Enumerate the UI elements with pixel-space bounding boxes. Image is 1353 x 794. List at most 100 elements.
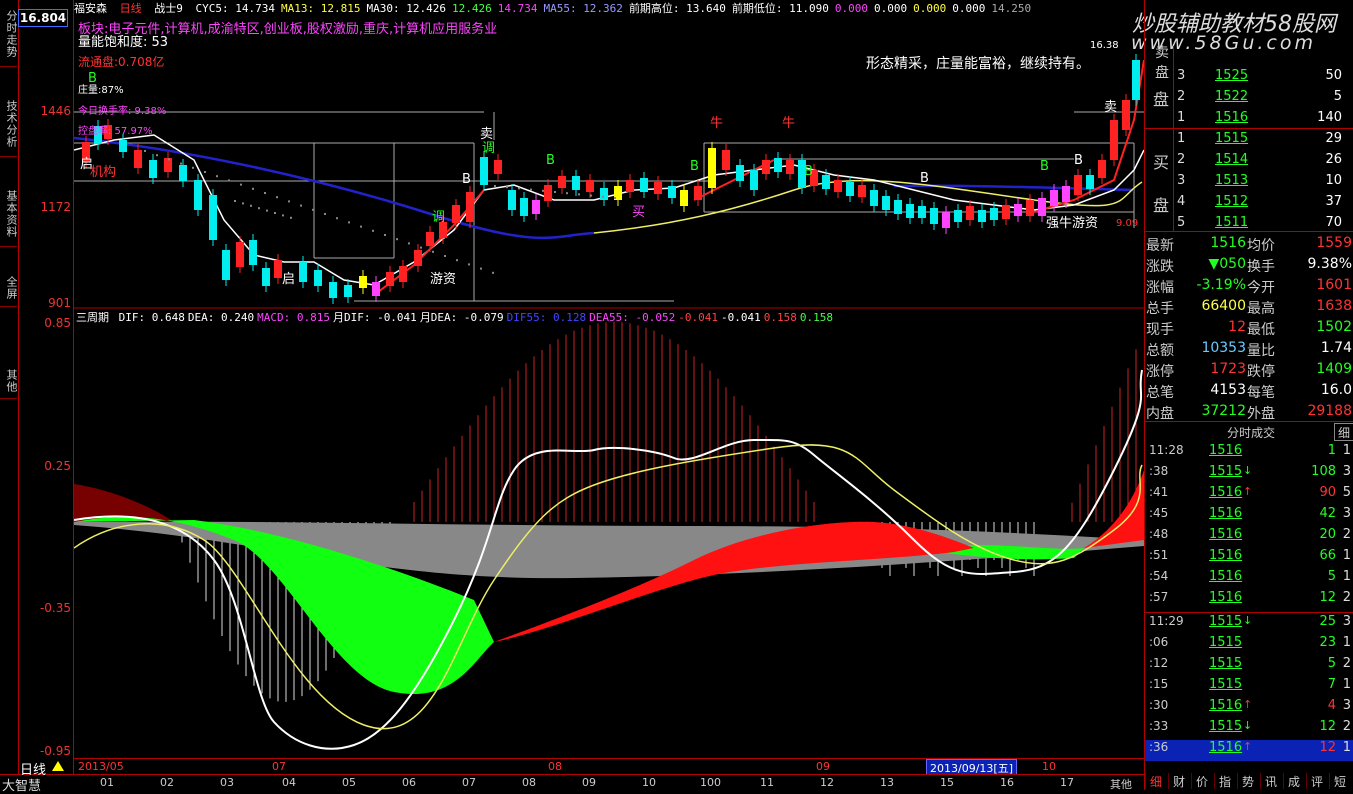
bottom-number[interactable]: 07: [462, 776, 476, 789]
tick-volume: 23: [1319, 635, 1336, 650]
ticks-detail-tab[interactable]: 细: [1334, 423, 1353, 441]
chart-canvas[interactable]: [74, 0, 1144, 758]
level-number: 3: [1177, 68, 1186, 83]
header-item: MA13: 12.815: [280, 2, 361, 15]
candle-body: [572, 176, 580, 190]
bottom-number[interactable]: 12: [820, 776, 834, 789]
candle-body: [1110, 120, 1118, 160]
candle-body: [834, 180, 842, 192]
tick-row[interactable]: :30 1516 ↑ 4 3: [1145, 698, 1353, 719]
bottom-number[interactable]: 13: [880, 776, 894, 789]
bottom-number[interactable]: 09: [582, 776, 596, 789]
trail-dot: [468, 263, 470, 266]
candle-body: [668, 186, 676, 198]
tick-count: 1: [1342, 569, 1351, 584]
bottom-number[interactable]: 06: [402, 776, 416, 789]
tick-time: :38: [1149, 464, 1169, 478]
bottom-number[interactable]: 17: [1060, 776, 1074, 789]
tab-fundamentals[interactable]: 基本资料: [0, 182, 18, 247]
tick-row[interactable]: 11:29 1515 ↓ 25 3: [1145, 614, 1353, 635]
period-triangle-icon[interactable]: [52, 761, 64, 771]
period-label: 日线: [119, 2, 142, 15]
quote-row: 最新 1516 均价 1559: [1145, 235, 1353, 256]
tick-row[interactable]: 11:28 1516 1 1: [1145, 443, 1353, 464]
tick-row[interactable]: :57 1516 12 2: [1145, 590, 1353, 611]
sell-level[interactable]: 3 1525 50: [1145, 68, 1353, 89]
candle-body: [558, 176, 566, 188]
candle-body: [1050, 190, 1058, 206]
tick-row[interactable]: :36 1516 ↑ 12 1: [1145, 740, 1353, 761]
panel-tab[interactable]: 势: [1237, 773, 1258, 789]
quote-label: 涨幅: [1146, 280, 1174, 296]
tick-row[interactable]: :48 1516 20 2: [1145, 527, 1353, 548]
bottom-number[interactable]: 11: [760, 776, 774, 789]
low-label: 9.09: [1116, 218, 1139, 229]
signal-label: 调: [432, 210, 446, 225]
bottom-number[interactable]: 02: [160, 776, 174, 789]
panel-tab[interactable]: 成: [1283, 773, 1304, 789]
bottom-number[interactable]: 16: [1000, 776, 1014, 789]
bottom-number[interactable]: 15: [940, 776, 954, 789]
trail-dot: [266, 209, 268, 212]
bottom-number[interactable]: 01: [100, 776, 114, 789]
bottom-number[interactable]: 04: [282, 776, 296, 789]
panel-tab[interactable]: 短: [1329, 773, 1350, 789]
signal-label: B: [1074, 153, 1083, 168]
buy-level[interactable]: 3 1513 10: [1145, 173, 1353, 194]
buy-level[interactable]: 5 1511 70: [1145, 215, 1353, 236]
candle-body: [882, 196, 890, 210]
panel-tab[interactable]: 细: [1145, 773, 1166, 789]
trail-dot: [282, 214, 284, 217]
tick-row[interactable]: :15 1515 7 1: [1145, 677, 1353, 698]
level-number: 5: [1177, 215, 1186, 230]
level-price: 1522: [1215, 89, 1249, 104]
candle-body: [262, 268, 270, 286]
current-price-box: 16.804: [18, 9, 68, 27]
period-button[interactable]: 日线: [20, 759, 46, 778]
saturation-text: 量能饱和度: 53: [78, 35, 169, 50]
tick-row[interactable]: :06 1515 23 1: [1145, 635, 1353, 656]
bottom-number[interactable]: 05: [342, 776, 356, 789]
dea-line: [74, 444, 1143, 730]
macd-chart: [74, 322, 1144, 750]
candle-body: [942, 212, 950, 228]
buy-level[interactable]: 1 1515 29: [1145, 131, 1353, 152]
tab-other[interactable]: 其他: [0, 364, 18, 399]
panel-tab[interactable]: 价: [1191, 773, 1212, 789]
tab-intraday[interactable]: 分时走势: [0, 2, 18, 67]
trail-dot: [542, 189, 544, 192]
bottom-number[interactable]: 08: [522, 776, 536, 789]
tick-volume: 20: [1319, 527, 1336, 542]
sell-level[interactable]: 2 1522 5: [1145, 89, 1353, 110]
trail-dot: [300, 204, 302, 207]
trail-dot: [444, 255, 446, 257]
buy-level[interactable]: 4 1512 37: [1145, 194, 1353, 215]
macd-tick: -0.35: [39, 601, 71, 615]
tab-technical[interactable]: 技术分析: [0, 92, 18, 157]
candle-body: [1038, 198, 1046, 216]
panel-tab[interactable]: 讯: [1260, 773, 1281, 789]
tick-row[interactable]: :54 1516 5 1: [1145, 569, 1353, 590]
tick-row[interactable]: :12 1515 5 2: [1145, 656, 1353, 677]
panel-tab[interactable]: 财: [1168, 773, 1189, 789]
panel-tab[interactable]: 指: [1214, 773, 1235, 789]
candle-body: [1062, 186, 1070, 202]
tick-row[interactable]: :33 1515 ↓ 12 2: [1145, 719, 1353, 740]
tick-row[interactable]: :38 1515 ↓ 108 3: [1145, 464, 1353, 485]
buy-level[interactable]: 2 1514 26: [1145, 152, 1353, 173]
trail-dot: [480, 267, 482, 270]
tick-row[interactable]: :41 1516 ↑ 90 5: [1145, 485, 1353, 506]
tick-volume: 42: [1319, 506, 1336, 521]
bottom-number[interactable]: 10: [642, 776, 656, 789]
candle-body: [119, 140, 127, 152]
quote-label: 量比: [1247, 343, 1275, 359]
tab-fullscreen[interactable]: 全屏: [0, 270, 18, 307]
bottom-number[interactable]: 03: [220, 776, 234, 789]
tick-time: 11:28: [1149, 443, 1184, 457]
bottom-number[interactable]: 100: [700, 776, 721, 789]
tick-row[interactable]: :45 1516 42 3: [1145, 506, 1353, 527]
stock-name: 福安森: [74, 2, 107, 15]
quote-value: 37212: [1201, 403, 1246, 419]
panel-tab[interactable]: 评: [1306, 773, 1327, 789]
tick-row[interactable]: :51 1516 66 1: [1145, 548, 1353, 569]
